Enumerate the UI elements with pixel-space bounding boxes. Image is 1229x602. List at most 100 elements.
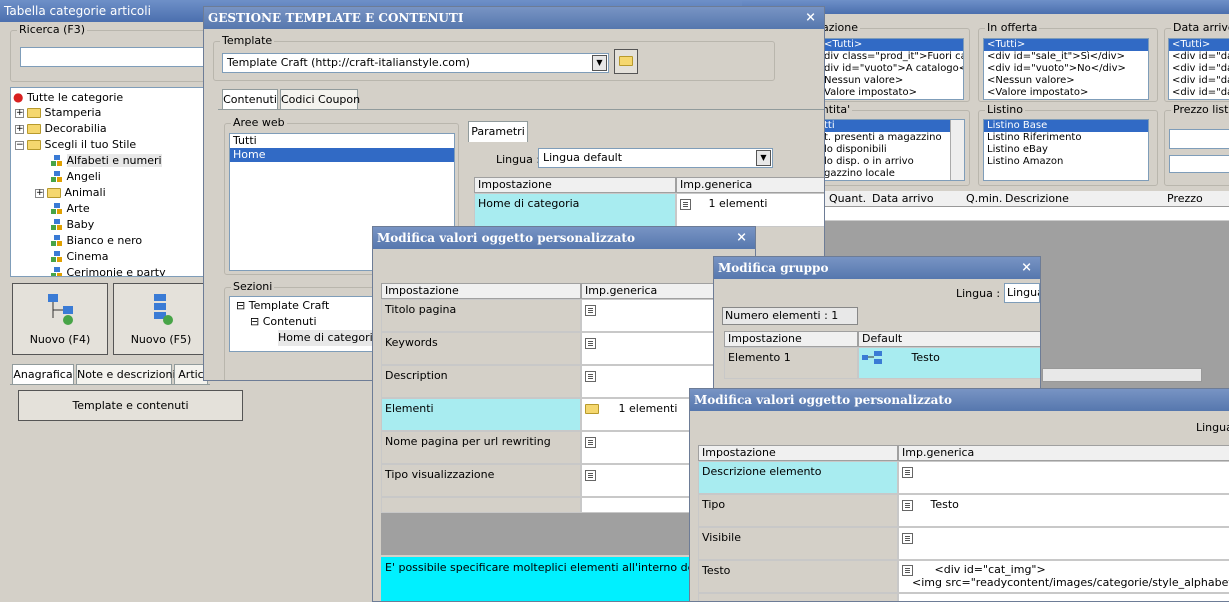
tree-item-arte[interactable]: Arte [51,201,90,217]
list-item[interactable]: t. presenti a magazzino [821,132,964,144]
tab-anagrafica[interactable]: Anagrafica [12,364,74,385]
row-setting-titolo[interactable]: Titolo pagina [381,299,581,332]
category-tree[interactable]: ● Tutte le categorie + Stamperia + Decor… [10,87,220,277]
tree-item-angeli[interactable]: Angeli [51,169,101,185]
list-item[interactable]: lo disp. o in arrivo [821,156,964,168]
prezzo-min-input[interactable] [1169,129,1229,149]
list-item[interactable]: Listino Amazon [984,156,1148,168]
tab-note[interactable]: Note e descrizioni [76,364,176,385]
column-header[interactable]: Quant. [829,192,866,205]
lingua-select[interactable]: Lingua default ▼ [538,148,773,168]
row-setting-keywords[interactable]: Keywords [381,332,581,365]
open-folder-button[interactable] [614,49,638,74]
collapse-icon[interactable]: ⊟ [236,299,245,312]
tree-item-cinema[interactable]: Cinema [51,249,108,265]
edit-icon[interactable] [902,564,913,576]
edit-icon[interactable] [585,337,596,349]
row-setting-nome-pagina[interactable]: Nome pagina per url rewriting [381,431,581,464]
dropdown-arrow-icon[interactable]: ▼ [756,150,771,166]
list-item[interactable]: <Tutti> [1169,39,1229,51]
tab-parametri[interactable]: Parametri [468,121,528,142]
row-setting-elementi[interactable]: Elementi [381,398,581,431]
row-value-elemento1[interactable]: Testo [858,347,1040,379]
list-item[interactable]: tti [821,120,964,132]
row-setting-descrizione[interactable]: Descrizione elemento [698,461,898,494]
list-item[interactable]: Listino Riferimento [984,132,1148,144]
list-item[interactable]: Nessun valore> [821,75,963,87]
row-value-visibile[interactable] [898,527,1229,560]
list-item[interactable]: <div id="date [1169,63,1229,75]
new-f4-button[interactable]: Nuovo (F4) [12,283,108,355]
column-header[interactable]: Descrizione [1005,192,1069,205]
row-setting-description[interactable]: Description [381,365,581,398]
edit-icon[interactable] [585,370,596,382]
row-setting-visibile[interactable]: Visibile [698,527,898,560]
list-item[interactable]: <div id="date [1169,87,1229,99]
template-select[interactable]: Template Craft (http://craft-italianstyl… [222,53,609,73]
new-f5-button[interactable]: Nuovo (F5) [113,283,209,355]
column-header[interactable]: Data arrivo [872,192,934,205]
folder-open-icon[interactable] [585,404,599,414]
row-setting-testo[interactable]: Testo [698,560,898,593]
expand-icon[interactable]: + [15,108,24,118]
tree-item-animali[interactable]: + Animali [35,185,106,201]
edit-icon[interactable] [680,198,691,210]
grid-value-home-categoria[interactable]: 1 elementi [676,193,824,227]
close-icon[interactable]: × [805,7,816,29]
row-setting-tipo-vis[interactable]: Tipo visualizzazione [381,464,581,497]
template-contenuti-button[interactable]: Template e contenuti [18,390,243,421]
quantita-list[interactable]: tti t. presenti a magazzino lo disponibi… [820,119,965,181]
row-value-tipo[interactable]: Testo [898,494,1229,527]
list-item[interactable]: Home [230,148,454,162]
list-item[interactable]: Valore impostato> [821,87,963,99]
list-item[interactable]: Listino Base [984,120,1148,132]
list-item[interactable]: div id="vuoto">A catalogo</di [821,63,963,75]
list-item[interactable]: <div id="date [1169,51,1229,63]
horizontal-scrollbar[interactable] [1042,368,1202,382]
dropdown-arrow-icon[interactable]: ▼ [592,55,607,71]
edit-icon[interactable] [585,436,596,448]
column-header[interactable]: Q.min. [966,192,1002,205]
edit-icon[interactable] [902,499,913,511]
row-value-testo[interactable]: <div id="cat_img"> <img src="readyconten… [898,560,1229,593]
listino-list[interactable]: Listino Base Listino Riferimento Listino… [983,119,1149,181]
list-item[interactable]: <Valore impostato> [984,87,1148,99]
tree-item-contenuti[interactable]: ⊟ Contenuti [250,314,317,330]
edit-icon[interactable] [585,304,596,316]
prezzo-max-input[interactable] [1169,155,1229,173]
tree-item-stile[interactable]: − Scegli il tuo Stile [15,137,136,153]
close-icon[interactable]: × [1021,257,1032,279]
edit-icon[interactable] [902,466,913,478]
list-item[interactable]: <div id="date [1169,75,1229,87]
list-item[interactable]: <Nessun valore> [984,75,1148,87]
list-item[interactable]: <Tutti> [984,39,1148,51]
articles-grid-row[interactable] [824,207,1229,221]
expand-icon[interactable]: + [35,188,44,198]
row-setting-elemento1[interactable]: Elemento 1 [724,347,858,379]
tree-item-bianco-nero[interactable]: Bianco e nero [51,233,142,249]
search-input[interactable] [20,47,210,67]
list-item[interactable]: div class="prod_it">Fuori catalo [821,51,963,63]
list-item[interactable]: <div id="sale_it">Sì</div> [984,51,1148,63]
collapse-icon[interactable]: ⊟ [250,315,259,328]
row-value-descrizione[interactable] [898,461,1229,494]
gruppo-lingua-select[interactable]: Lingua [1004,283,1040,303]
quantita-scrollbar[interactable] [950,120,964,180]
tree-item-all[interactable]: ● Tutte le categorie [13,89,123,105]
collapse-icon[interactable]: − [15,140,24,150]
tree-item-baby[interactable]: Baby [51,217,94,233]
list-item[interactable]: lo disponibili [821,144,964,156]
list-item[interactable]: Tutti [230,134,454,148]
list-item[interactable]: gazzino locale [821,168,964,180]
list-item[interactable]: <div id="vuoto">No</div> [984,63,1148,75]
tree-item-alfabeti[interactable]: Alfabeti e numeri [51,153,162,169]
tab-codici-coupon[interactable]: Codici Coupon [280,89,360,110]
tree-item-decorabilia[interactable]: + Decorabilia [15,121,107,137]
close-icon[interactable]: × [736,227,747,249]
tree-item-cerimonie[interactable]: Cerimonie e party [51,265,166,276]
column-header[interactable]: Prezzo [1167,192,1203,205]
tree-item-template-craft[interactable]: ⊟ Template Craft [236,298,329,314]
data-arrivo-list[interactable]: <Tutti> <div id="date <div id="date <div… [1168,38,1229,100]
list-item[interactable]: <Tutti> [821,39,963,51]
grid-setting-home-categoria[interactable]: Home di categoria [474,193,676,227]
